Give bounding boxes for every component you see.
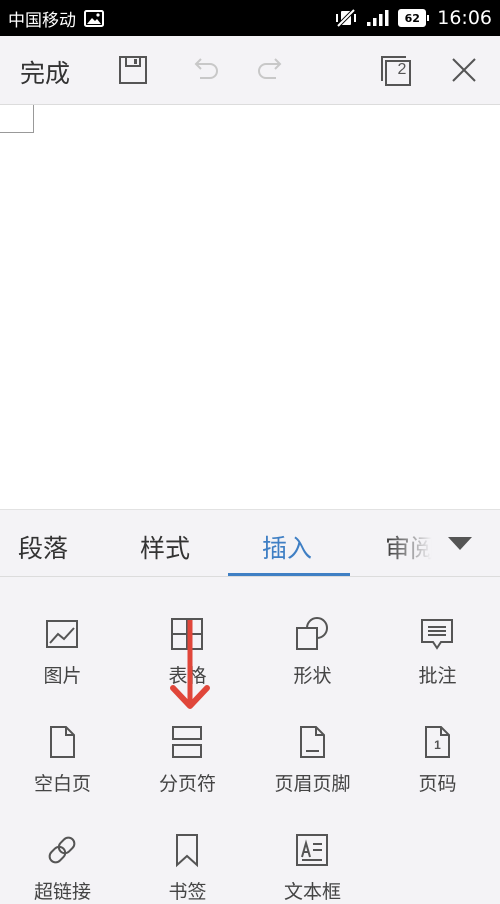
- insert-item-label: 形状: [293, 665, 332, 687]
- insert-item-label: 书签: [168, 881, 207, 903]
- image-icon: [44, 616, 80, 652]
- battery-icon: 62: [398, 9, 430, 27]
- status-bar: 中国移动 62 16:06: [0, 0, 500, 36]
- insert-page-number-button[interactable]: 1 页码: [375, 686, 500, 795]
- tab-insert[interactable]: 插入: [262, 529, 312, 565]
- ribbon-tabs: 段落 样式 插入 审阅: [0, 509, 500, 577]
- insert-shape-button[interactable]: 形状: [250, 578, 375, 687]
- page-margin-marker: [0, 105, 34, 133]
- insert-link-button[interactable]: 超链接: [0, 794, 125, 903]
- active-tab-indicator: [228, 573, 350, 576]
- close-icon[interactable]: [446, 52, 482, 88]
- insert-page-break-button[interactable]: 分页符: [125, 686, 250, 795]
- bookmark-icon: [169, 832, 205, 868]
- textbox-icon: [294, 832, 330, 868]
- page-number-icon: 1: [419, 724, 455, 760]
- signal-icon: [366, 9, 390, 27]
- header-footer-icon: [294, 724, 330, 760]
- tab-style[interactable]: 样式: [140, 529, 190, 565]
- insert-item-label: 空白页: [33, 773, 91, 795]
- insert-item-label: 超链接: [33, 881, 91, 903]
- insert-item-label: 页码: [418, 773, 457, 795]
- carrier-name: 中国移动: [8, 10, 76, 31]
- insert-item-label: 分页符: [158, 773, 216, 795]
- insert-textbox-button[interactable]: 文本框: [250, 794, 375, 903]
- vibrate-mute-icon: [334, 8, 358, 28]
- insert-item-label: 表格: [168, 665, 207, 687]
- tab-review[interactable]: 审阅: [385, 529, 435, 565]
- insert-item-label: 批注: [418, 665, 457, 687]
- blank-page-icon: [44, 724, 80, 760]
- document-canvas[interactable]: [0, 105, 500, 509]
- page-break-icon: [169, 724, 205, 760]
- link-icon: [44, 832, 80, 868]
- picture-notification-icon: [84, 9, 104, 27]
- insert-table-button[interactable]: 表格: [125, 578, 250, 687]
- insert-comment-button[interactable]: 批注: [375, 578, 500, 687]
- insert-item-label: 图片: [43, 665, 82, 687]
- shape-icon: [294, 616, 330, 652]
- battery-level: 62: [398, 9, 427, 27]
- comment-icon: [419, 616, 455, 652]
- clock: 16:06: [437, 7, 492, 29]
- save-icon[interactable]: [115, 52, 151, 88]
- insert-bookmark-button[interactable]: 书签: [125, 794, 250, 903]
- window-switch-icon[interactable]: 2: [376, 52, 416, 88]
- done-button[interactable]: 完成: [20, 54, 70, 90]
- insert-item-label: 文本框: [283, 881, 341, 903]
- page-number-glyph: 1: [434, 738, 441, 752]
- tab-paragraph[interactable]: 段落: [18, 529, 68, 565]
- redo-icon[interactable]: [254, 52, 290, 88]
- tab-more-icon[interactable]: [448, 537, 472, 550]
- window-count: 2: [397, 61, 407, 78]
- insert-image-button[interactable]: 图片: [0, 578, 125, 687]
- edit-toolbar: 完成 2: [0, 36, 500, 105]
- table-icon: [169, 616, 205, 652]
- insert-panel: 图片 表格 形状 批注 空白页 分页符 页眉页脚 1 页码 超链接 书签 文本框: [0, 578, 500, 903]
- undo-icon[interactable]: [186, 52, 222, 88]
- insert-item-label: 页眉页脚: [274, 773, 351, 795]
- insert-header-footer-button[interactable]: 页眉页脚: [250, 686, 375, 795]
- insert-blank-page-button[interactable]: 空白页: [0, 686, 125, 795]
